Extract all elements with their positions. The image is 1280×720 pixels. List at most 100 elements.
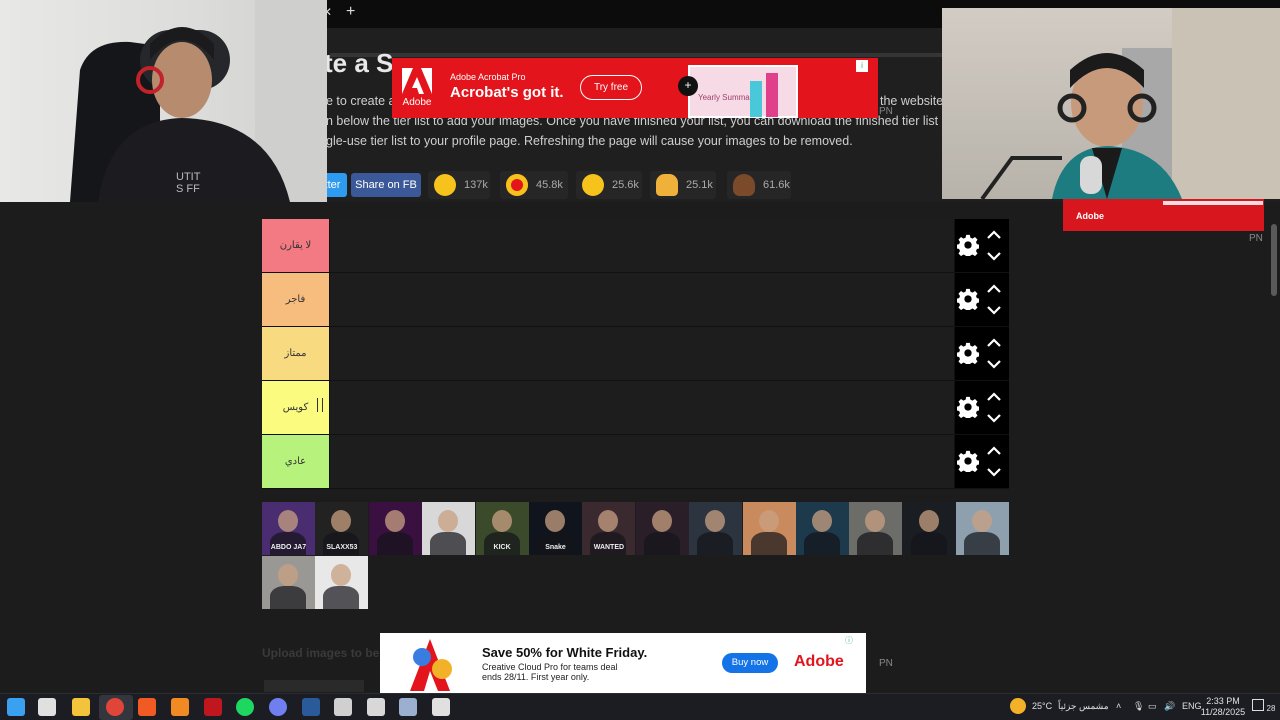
ad-banner-bottom[interactable]: Save 50% for White Friday. Creative Clou…	[380, 633, 866, 693]
pool-image-figure	[812, 510, 832, 532]
share-facebook-button[interactable]: Share on FB	[351, 173, 421, 197]
chevron-up-icon[interactable]	[987, 446, 1001, 456]
gear-icon[interactable]	[957, 396, 979, 418]
pool-image-dark-circle[interactable]	[635, 502, 689, 555]
pool-image-figure	[491, 510, 512, 532]
pool-image-person-orange[interactable]	[742, 502, 796, 555]
pool-image-purple-avatar[interactable]	[368, 502, 422, 555]
file-explorer-icon[interactable]	[72, 698, 90, 716]
pool-image-slaxx53[interactable]: SLAXX53	[315, 502, 369, 555]
app-multi-icon[interactable]	[399, 698, 417, 716]
chevron-up-icon[interactable]: ˄	[1116, 701, 1121, 711]
reaction-pile-of-poo[interactable]: 61.6k	[727, 171, 791, 199]
reaction-count: 61.6k	[763, 179, 790, 191]
app-red-icon[interactable]	[204, 698, 222, 716]
gear-icon[interactable]	[957, 450, 979, 472]
pool-image-person-mall[interactable]	[262, 556, 315, 609]
pool-image-figure	[278, 564, 298, 586]
tier-controls	[955, 381, 1009, 434]
reaction-tears-of-joy[interactable]: 25.6k	[576, 171, 642, 199]
tier-drop-zone[interactable]	[330, 381, 954, 434]
tier-drop-zone[interactable]	[330, 327, 954, 380]
tier-row: عادي	[262, 435, 1009, 488]
notifications-icon[interactable]: 28	[1252, 699, 1275, 713]
ad-try-free-button[interactable]: Try free	[580, 75, 642, 100]
settings-icon[interactable]	[432, 698, 450, 716]
grinning-face-icon	[434, 174, 456, 196]
ad-info-icon[interactable]: ⓘ	[845, 635, 856, 646]
pool-image-kick-streamer[interactable]: KICK	[475, 502, 529, 555]
gear-icon[interactable]	[957, 288, 979, 310]
page-scrollbar[interactable]	[1271, 224, 1277, 296]
pool-image-body	[323, 586, 360, 609]
pool-image-person-white[interactable]	[422, 502, 476, 555]
weather-desc[interactable]: مشمس جزئياً	[1058, 701, 1109, 712]
clock-date: 11/28/2025	[1200, 707, 1246, 717]
chevron-down-icon[interactable]	[987, 305, 1001, 315]
reaction-raised-hands[interactable]: 25.1k	[650, 171, 716, 199]
tier-list: لا يقارن فاجر ممتاز كويس عادي	[262, 219, 1009, 489]
ad-plus-icon: +	[678, 76, 698, 96]
app-orange-icon[interactable]	[171, 698, 189, 716]
pool-image-abdo-ja7[interactable]: ABDO JA7	[262, 502, 315, 555]
pool-image-person-sea[interactable]	[956, 502, 1010, 555]
ad-bottom-line-1: Creative Cloud Pro for teams deal	[482, 662, 618, 672]
chrome-icon[interactable]	[106, 698, 124, 716]
choose-files-button[interactable]	[264, 680, 364, 692]
pool-image-person-street[interactable]	[849, 502, 903, 555]
pool-image-body	[697, 532, 734, 555]
ad-banner-right[interactable]: Adobe	[1063, 198, 1264, 231]
tier-drop-zone[interactable]	[330, 273, 954, 326]
pool-image-caption: KICK	[493, 544, 511, 551]
pool-image-wanted-poster[interactable]: WANTED	[582, 502, 636, 555]
chevron-down-icon[interactable]	[987, 359, 1001, 369]
tier-drop-zone[interactable]	[330, 219, 954, 272]
discord-icon[interactable]	[269, 698, 287, 716]
tier-drop-zone[interactable]	[330, 435, 954, 488]
brave-icon[interactable]	[138, 698, 156, 716]
gear-icon[interactable]	[957, 234, 979, 256]
pool-image-anime-sketch[interactable]	[315, 556, 369, 609]
taskbar-clock[interactable]: 2:33 PM 11/28/2025	[1198, 696, 1248, 718]
ad-logo-text: Adobe	[402, 97, 432, 108]
tier-label[interactable]: فاجر	[262, 273, 329, 326]
ad-buy-now-button[interactable]: Buy now	[722, 653, 778, 673]
chevron-up-icon[interactable]	[987, 392, 1001, 402]
ad-pn-label: PN	[879, 106, 893, 117]
volume-icon[interactable]: 🔊	[1164, 701, 1175, 712]
microphone-icon[interactable]: 🎙	[1133, 701, 1144, 712]
app-dark-icon[interactable]	[334, 698, 352, 716]
gear-icon[interactable]	[957, 342, 979, 364]
weather-temp[interactable]: 25°C	[1032, 701, 1052, 711]
chevron-up-icon[interactable]	[987, 230, 1001, 240]
chevron-up-icon[interactable]	[987, 284, 1001, 294]
pool-image-caption: Snake	[545, 544, 566, 551]
pool-image-snake-logo[interactable]: Snake	[529, 502, 582, 555]
pool-image-person-night[interactable]	[902, 502, 956, 555]
reaction-grinning[interactable]: 137k	[428, 171, 490, 199]
chevron-down-icon[interactable]	[987, 413, 1001, 423]
weather-icon[interactable]	[1010, 698, 1026, 716]
reaction-star-struck[interactable]: 45.8k	[500, 171, 568, 199]
pool-image-person-jacket[interactable]	[689, 502, 743, 555]
pile-of-poo-icon	[733, 174, 755, 196]
spotify-icon[interactable]	[236, 698, 254, 716]
new-tab-icon[interactable]: +	[346, 3, 362, 21]
start-icon[interactable]	[7, 698, 25, 716]
steam-icon[interactable]	[302, 698, 320, 716]
adobe-logo-icon: Adobe	[402, 68, 432, 108]
chevron-up-icon[interactable]	[987, 338, 1001, 348]
ad-banner-top[interactable]: Adobe Adobe Acrobat Pro Acrobat's got it…	[392, 58, 878, 118]
chevron-down-icon[interactable]	[987, 467, 1001, 477]
chevron-down-icon[interactable]	[987, 251, 1001, 261]
tier-label[interactable]: ممتاز	[262, 327, 329, 380]
tier-label[interactable]: لا يقارن	[262, 219, 329, 272]
network-icon[interactable]: ▭	[1148, 701, 1157, 712]
task-view-icon[interactable]	[38, 698, 56, 716]
app-arrow-icon[interactable]	[367, 698, 385, 716]
pool-image-person-blue-bg[interactable]	[796, 502, 849, 555]
pool-image-caption: WANTED	[593, 544, 625, 551]
upload-heading: Upload images to be	[262, 646, 380, 660]
ad-info-icon[interactable]: i	[856, 60, 868, 72]
tier-label[interactable]: عادي	[262, 435, 329, 488]
